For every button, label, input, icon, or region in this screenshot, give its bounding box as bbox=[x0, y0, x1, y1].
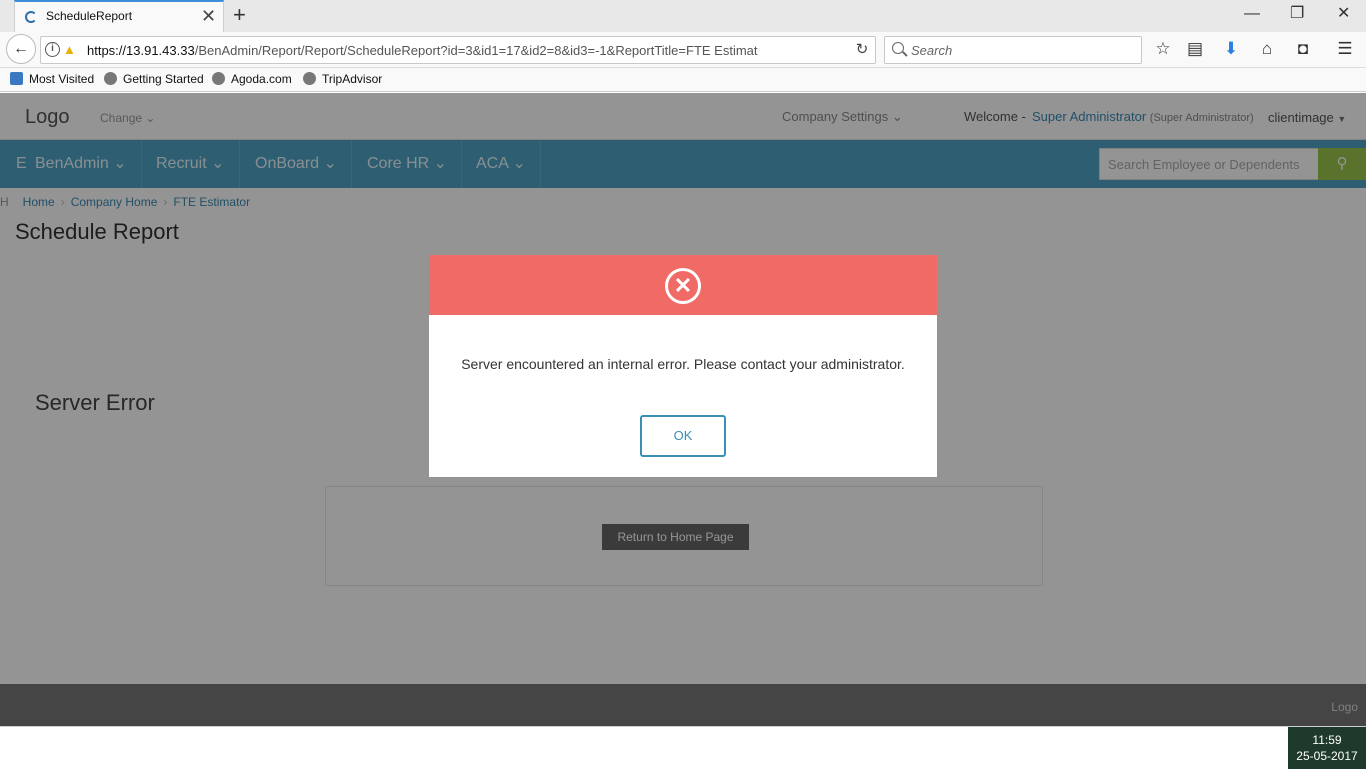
pocket-icon[interactable]: ◘ bbox=[1291, 38, 1315, 60]
os-taskbar: 11:59 25-05-2017 bbox=[0, 726, 1366, 769]
bookmark-tripadvisor[interactable]: TripAdvisor bbox=[303, 72, 382, 86]
info-icon[interactable]: i bbox=[45, 42, 60, 57]
bookmark-agoda[interactable]: Agoda.com bbox=[212, 72, 292, 86]
back-button[interactable]: ← bbox=[6, 34, 36, 64]
url-text[interactable]: https://13.91.43.33/BenAdmin/Report/Repo… bbox=[87, 43, 819, 58]
browser-tab-bar: ScheduleReport ✕ + — ❐ ✕ bbox=[0, 0, 1366, 32]
address-bar[interactable]: i ▲ https://13.91.43.33/BenAdmin/Report/… bbox=[40, 36, 876, 64]
folder-icon bbox=[10, 72, 23, 85]
bookmark-most-visited[interactable]: Most Visited bbox=[10, 72, 94, 86]
url-host: https://13.91.43.33 bbox=[87, 43, 195, 58]
error-dialog: ✕ Server encountered an internal error. … bbox=[429, 255, 937, 477]
new-tab-icon[interactable]: + bbox=[233, 3, 246, 27]
globe-icon bbox=[104, 72, 117, 85]
insecure-lock-icon[interactable]: ▲ bbox=[63, 42, 76, 57]
menu-icon[interactable]: ☰ bbox=[1333, 38, 1357, 60]
search-icon bbox=[892, 42, 904, 54]
system-clock[interactable]: 11:59 25-05-2017 bbox=[1288, 727, 1366, 769]
reload-icon[interactable]: ↻ bbox=[851, 40, 873, 58]
clock-time: 11:59 bbox=[1312, 733, 1342, 747]
downloads-icon[interactable]: ⬇ bbox=[1219, 38, 1243, 60]
bookmarks-bar: Most Visited Getting Started Agoda.com T… bbox=[0, 68, 1366, 92]
bookmark-star-icon[interactable]: ☆ bbox=[1151, 38, 1175, 60]
browser-search-box[interactable]: Search bbox=[884, 36, 1142, 64]
tab-title: ScheduleReport bbox=[46, 9, 133, 23]
minimize-icon[interactable]: — bbox=[1244, 4, 1260, 24]
close-tab-icon[interactable]: ✕ bbox=[201, 6, 216, 26]
page-favicon-icon bbox=[25, 11, 37, 23]
globe-icon bbox=[303, 72, 316, 85]
close-window-icon[interactable]: ✕ bbox=[1337, 4, 1350, 24]
home-icon[interactable]: ⌂ bbox=[1255, 38, 1279, 60]
search-placeholder: Search bbox=[911, 43, 953, 58]
error-dialog-header: ✕ bbox=[429, 255, 937, 315]
error-x-circle-icon: ✕ bbox=[665, 268, 701, 304]
error-message: Server encountered an internal error. Pl… bbox=[461, 356, 905, 372]
browser-tab[interactable]: ScheduleReport ✕ bbox=[14, 0, 224, 32]
bookmark-getting-started[interactable]: Getting Started bbox=[104, 72, 204, 86]
ok-button[interactable]: OK bbox=[640, 415, 726, 457]
restore-icon[interactable]: ❐ bbox=[1290, 4, 1304, 24]
clock-date: 25-05-2017 bbox=[1296, 749, 1358, 763]
globe-icon bbox=[212, 72, 225, 85]
url-path: /BenAdmin/Report/Report/ScheduleReport?i… bbox=[194, 43, 758, 58]
reading-list-icon[interactable]: ▤ bbox=[1183, 38, 1207, 60]
browser-nav-bar: ← i ▲ https://13.91.43.33/BenAdmin/Repor… bbox=[0, 32, 1366, 68]
